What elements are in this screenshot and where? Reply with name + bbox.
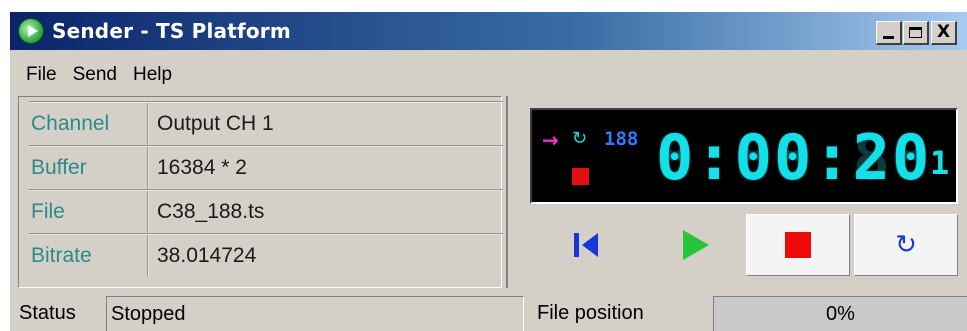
- file-position-label: File position: [537, 302, 644, 324]
- info-row-buffer: Buffer 16384 * 2: [29, 145, 503, 189]
- play-button[interactable]: [646, 214, 746, 276]
- status-value: Stopped: [106, 296, 524, 331]
- stop-indicator-icon: [572, 168, 589, 185]
- time-display: → ↻ 188 8:88:88 0:00:20 1: [530, 108, 958, 204]
- menu-bar: File Send Help: [10, 61, 180, 89]
- stop-icon: [785, 232, 811, 258]
- close-button[interactable]: X: [931, 21, 957, 45]
- info-row-channel: Channel Output CH 1: [29, 101, 503, 145]
- channel-label: Channel: [31, 112, 110, 135]
- menu-file[interactable]: File: [18, 61, 65, 89]
- app-icon: [18, 18, 44, 44]
- close-icon: X: [936, 22, 951, 42]
- file-value: C38_188.ts: [147, 191, 503, 233]
- time-extra-digit: 1: [930, 144, 950, 182]
- bitrate-label: Bitrate: [31, 244, 92, 267]
- time-readout: 0:00:20: [656, 121, 932, 194]
- minimize-icon: [883, 36, 894, 39]
- window-title: Sender - TS Platform: [52, 19, 291, 43]
- file-label: File: [31, 200, 65, 223]
- info-panel: Channel Output CH 1 Buffer 16384 * 2 Fil…: [18, 96, 503, 288]
- status-label: Status: [19, 302, 76, 324]
- channel-value: Output CH 1: [147, 103, 503, 145]
- maximize-icon: [909, 27, 922, 38]
- menu-send[interactable]: Send: [65, 61, 125, 89]
- packet-size-indicator: 188: [604, 128, 639, 150]
- display-panel: → ↻ 188 8:88:88 0:00:20 1 ↻: [506, 96, 967, 288]
- send-arrow-icon: →: [542, 128, 559, 152]
- play-icon: [683, 230, 709, 260]
- status-bar: Status Stopped File position 0%: [10, 296, 967, 331]
- file-position-bar: 0%: [713, 296, 967, 331]
- menu-help[interactable]: Help: [125, 61, 180, 89]
- info-row-file: File C38_188.ts: [29, 189, 503, 233]
- bitrate-value: 38.014724: [147, 235, 503, 277]
- stop-button[interactable]: [746, 214, 850, 276]
- buffer-label: Buffer: [31, 156, 87, 179]
- loop-icon: ↻: [895, 230, 917, 260]
- title-bar[interactable]: Sender - TS Platform X: [10, 12, 967, 50]
- loop-indicator-icon: ↻: [572, 128, 588, 149]
- maximize-button[interactable]: [903, 21, 929, 45]
- sender-window: Sender - TS Platform X File Send Help Ch…: [10, 12, 967, 331]
- info-row-bitrate: Bitrate 38.014724: [29, 233, 503, 277]
- loop-button[interactable]: ↻: [854, 214, 958, 276]
- skip-to-start-icon: [574, 233, 598, 257]
- skip-to-start-button[interactable]: [536, 214, 636, 276]
- buffer-value: 16384 * 2: [147, 147, 503, 189]
- minimize-button[interactable]: [876, 21, 902, 45]
